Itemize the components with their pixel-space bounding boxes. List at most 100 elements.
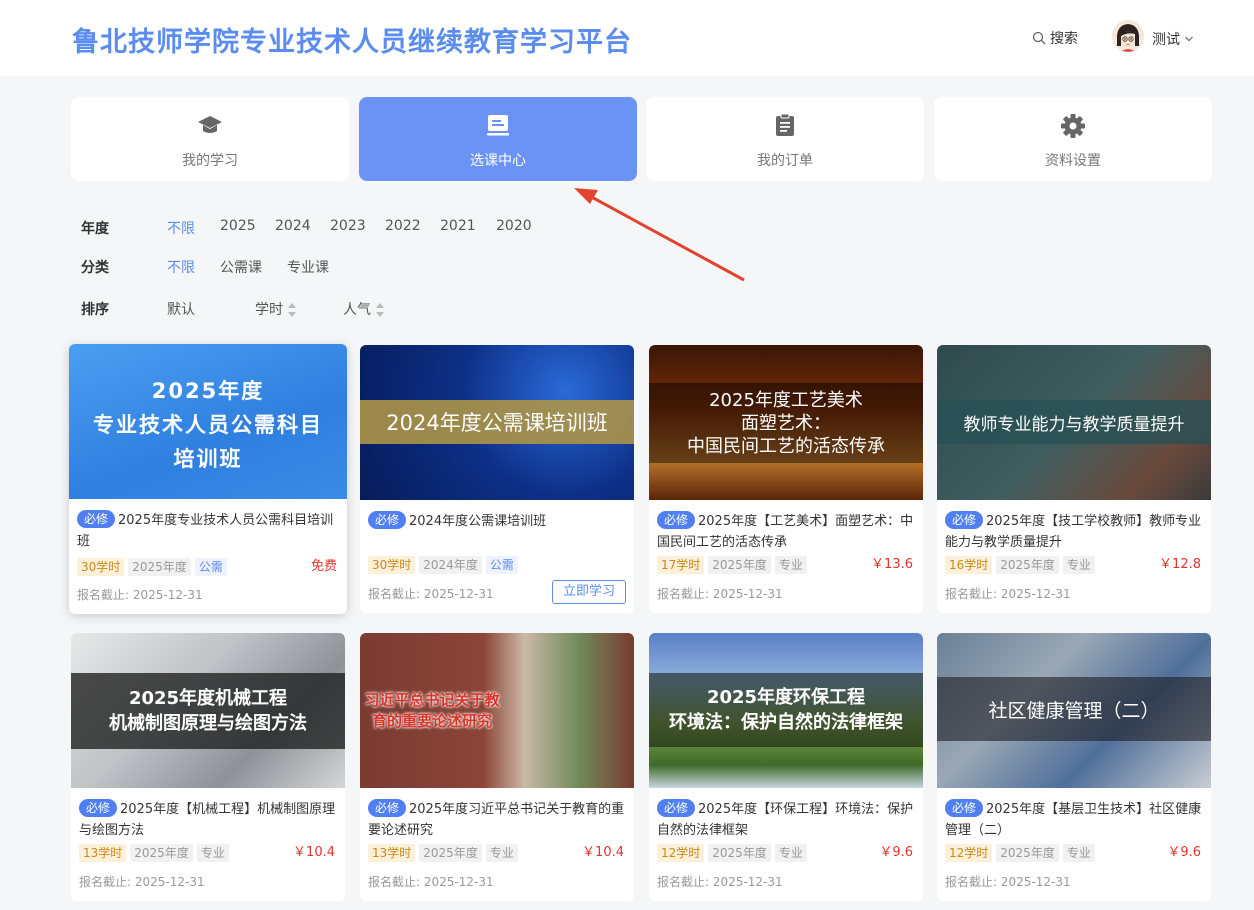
cover-text: 习近平总书记关于教 育的重要论述研究 [364, 691, 500, 730]
course-price: ￥13.6 [871, 557, 913, 572]
user-menu[interactable]: 测试 [1152, 29, 1194, 49]
top-header: 鲁北技师学院专业技术人员继续教育学习平台 搜索 测试 [0, 0, 1254, 76]
type-tag: 公需 [194, 558, 227, 576]
type-tag: 专业 [196, 844, 229, 862]
required-badge: 必修 [945, 511, 984, 529]
course-title: 必修 2025年度【基层卫生技术】社区健康管理（二） [945, 799, 1203, 841]
course-card[interactable]: 2025年度工艺美术 面塑艺术： 中国民间工艺的活态传承 必修 2025年度【工艺… [649, 345, 923, 613]
filter-year-2022[interactable]: 2022 [385, 218, 421, 234]
course-cover: 2025年度机械工程 机械制图原理与绘图方法 [71, 633, 345, 788]
type-tag: 专业 [774, 844, 807, 862]
cover-text: 2025年度环保工程 环境法：保护自然的法律框架 [649, 673, 923, 747]
course-tags: 16学时 2025年度 专业 [945, 556, 1095, 574]
course-deadline: 报名截止: 2025-12-31 [77, 588, 203, 602]
hours-tag: 12学时 [945, 844, 993, 862]
type-tag: 公需 [485, 556, 518, 574]
filter-year-2025[interactable]: 2025 [220, 218, 256, 234]
course-title-text: 2025年度专业技术人员公需科目培训班 [77, 513, 334, 549]
course-card[interactable]: 2025年度环保工程 环境法：保护自然的法律框架 必修 2025年度【环保工程】环… [649, 633, 923, 901]
annotation-arrow [574, 188, 745, 282]
course-deadline: 报名截止: 2025-12-31 [368, 875, 494, 889]
course-cover: 2025年度 专业技术人员公需科目 培训班 [69, 344, 347, 499]
filter-year-label: 年度 [81, 221, 109, 237]
nav-label: 选课中心 [470, 153, 526, 169]
study-now-button[interactable]: 立即学习 [552, 580, 626, 604]
course-title: 必修 2025年度【环保工程】环境法：保护自然的法律框架 [657, 799, 915, 841]
filter-year-2020[interactable]: 2020 [496, 218, 532, 234]
course-cover: 2024年度公需课培训班 [360, 345, 634, 500]
cover-text: 2025年度工艺美术 面塑艺术： 中国民间工艺的活态传承 [649, 383, 923, 463]
course-card[interactable]: 教师专业能力与教学质量提升 必修 2025年度【技工学校教师】教师专业能力与教学质… [937, 345, 1211, 613]
search-label: 搜索 [1050, 31, 1078, 47]
required-badge: 必修 [657, 511, 696, 529]
filter-year-2023[interactable]: 2023 [330, 218, 366, 234]
hours-tag: 16学时 [945, 556, 993, 574]
course-card[interactable]: 2025年度 专业技术人员公需科目 培训班 必修 2025年度专业技术人员公需科目… [69, 344, 347, 614]
cover-text: 2024年度公需课培训班 [360, 400, 634, 444]
course-deadline: 报名截止: 2025-12-31 [79, 875, 205, 889]
course-tags: 13学时 2025年度 专业 [368, 844, 518, 862]
nav-my-study[interactable]: 我的学习 [71, 97, 349, 181]
year-tag: 2025年度 [996, 844, 1059, 862]
course-cover: 2025年度环保工程 环境法：保护自然的法律框架 [649, 633, 923, 788]
sort-popularity[interactable]: 人气 [343, 299, 385, 319]
hours-tag: 17学时 [657, 556, 705, 574]
sort-default[interactable]: 默认 [167, 299, 195, 319]
course-card[interactable]: 社区健康管理（二） 必修 2025年度【基层卫生技术】社区健康管理（二） 12学时… [937, 633, 1211, 901]
type-tag: 专业 [485, 844, 518, 862]
course-tags: 30学时 2024年度 公需 [368, 556, 518, 574]
course-price: ￥12.8 [1159, 557, 1201, 572]
course-title: 必修 2025年度专业技术人员公需科目培训班 [77, 510, 339, 552]
course-title: 必修 2025年度【技工学校教师】教师专业能力与教学质量提升 [945, 511, 1203, 553]
course-cover: 2025年度工艺美术 面塑艺术： 中国民间工艺的活态传承 [649, 345, 923, 500]
nav-label: 我的学习 [182, 153, 238, 169]
filter-category-label: 分类 [81, 260, 109, 276]
course-title-text: 2024年度公需课培训班 [409, 514, 547, 529]
avatar[interactable] [1112, 20, 1144, 52]
course-title-text: 2025年度【工艺美术】面塑艺术：中国民间工艺的活态传承 [657, 514, 914, 550]
year-tag: 2025年度 [130, 844, 193, 862]
year-tag: 2025年度 [996, 556, 1059, 574]
cover-text: 社区健康管理（二） [937, 677, 1211, 741]
course-tags: 13学时 2025年度 专业 [79, 844, 229, 862]
search-icon [1032, 31, 1046, 45]
sort-hours-label: 学时 [255, 302, 283, 318]
year-tag: 2025年度 [708, 556, 771, 574]
course-title-text: 2025年度习近平总书记关于教育的重要论述研究 [368, 802, 625, 838]
nav-course-center[interactable]: 选课中心 [359, 97, 637, 181]
course-board-icon [487, 115, 509, 136]
filter-sort-label: 排序 [81, 302, 109, 318]
nav-profile-settings[interactable]: 资料设置 [934, 97, 1212, 181]
cover-text: 2025年度机械工程 机械制图原理与绘图方法 [71, 673, 345, 749]
required-badge: 必修 [77, 510, 116, 528]
filter-category-all[interactable]: 不限 [167, 257, 195, 277]
search-button[interactable]: 搜索 [1032, 28, 1078, 48]
filter-year-2021[interactable]: 2021 [440, 218, 476, 234]
course-tags: 17学时 2025年度 专业 [657, 556, 807, 574]
user-name: 测试 [1152, 32, 1180, 48]
hours-tag: 13学时 [79, 844, 127, 862]
filter-year-2024[interactable]: 2024 [275, 218, 311, 234]
course-deadline: 报名截止: 2025-12-31 [945, 587, 1071, 601]
year-tag: 2025年度 [419, 844, 482, 862]
hours-tag: 12学时 [657, 844, 705, 862]
nav-my-orders[interactable]: 我的订单 [646, 97, 924, 181]
course-title-text: 2025年度【环保工程】环境法：保护自然的法律框架 [657, 802, 914, 838]
required-badge: 必修 [368, 799, 407, 817]
filter-category-public[interactable]: 公需课 [220, 257, 262, 277]
filter-year-all[interactable]: 不限 [167, 218, 195, 238]
course-title: 必修 2024年度公需课培训班 [368, 511, 626, 532]
course-card[interactable]: 2025年度机械工程 机械制图原理与绘图方法 必修 2025年度【机械工程】机械制… [71, 633, 345, 901]
course-card[interactable]: 2024年度公需课培训班 必修 2024年度公需课培训班 30学时 2024年度 … [360, 345, 634, 613]
course-title-text: 2025年度【技工学校教师】教师专业能力与教学质量提升 [945, 514, 1202, 550]
type-tag: 专业 [774, 556, 807, 574]
course-price: ￥9.6 [1167, 845, 1201, 860]
course-price: 免费 [310, 559, 337, 574]
sort-hours[interactable]: 学时 [255, 299, 297, 319]
filter-category-professional[interactable]: 专业课 [287, 257, 329, 277]
course-title-text: 2025年度【基层卫生技术】社区健康管理（二） [945, 802, 1202, 838]
sort-arrows-icon [288, 303, 296, 317]
required-badge: 必修 [657, 799, 696, 817]
hours-tag: 30学时 [77, 558, 125, 576]
course-card[interactable]: 习近平总书记关于教 育的重要论述研究 必修 2025年度习近平总书记关于教育的重要… [360, 633, 634, 901]
